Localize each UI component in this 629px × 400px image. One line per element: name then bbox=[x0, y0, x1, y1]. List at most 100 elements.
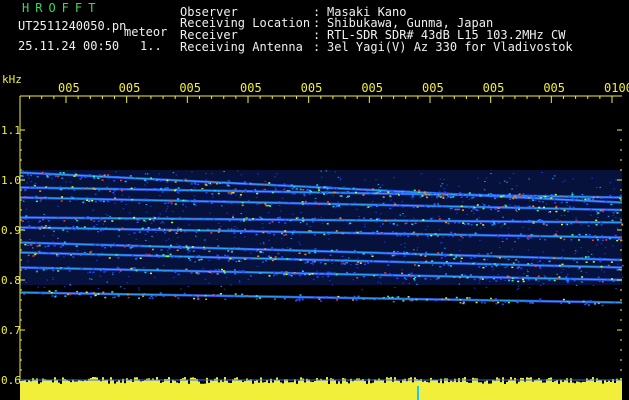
speckle bbox=[536, 207, 538, 209]
speckle bbox=[230, 284, 232, 286]
speckle bbox=[127, 296, 130, 299]
speckle bbox=[455, 296, 458, 299]
speckle bbox=[326, 192, 329, 195]
speckle bbox=[63, 241, 66, 243]
speckle bbox=[219, 181, 222, 183]
speckle bbox=[298, 252, 301, 254]
speckle bbox=[577, 267, 579, 269]
speckle bbox=[115, 254, 118, 256]
speckle bbox=[306, 203, 309, 206]
speckle bbox=[148, 245, 151, 247]
speckle bbox=[268, 222, 271, 224]
speckle bbox=[165, 255, 168, 257]
speckle bbox=[38, 250, 41, 253]
amplitude-spike bbox=[298, 380, 300, 386]
speckle bbox=[479, 227, 482, 229]
speckle bbox=[377, 203, 380, 205]
speckle bbox=[211, 193, 214, 195]
speckle bbox=[125, 188, 127, 190]
speckle bbox=[92, 209, 95, 211]
speckle bbox=[348, 203, 351, 206]
speckle bbox=[515, 259, 518, 261]
speckle bbox=[354, 202, 356, 205]
speckle bbox=[497, 235, 500, 238]
speckle bbox=[180, 230, 183, 232]
speckle bbox=[210, 269, 213, 272]
speckle bbox=[99, 275, 101, 277]
speckle bbox=[318, 298, 321, 300]
x-tick-label: 005 bbox=[240, 81, 262, 95]
speckle bbox=[29, 239, 31, 240]
speckle bbox=[489, 193, 492, 195]
speckle bbox=[171, 221, 174, 224]
speckle bbox=[613, 188, 615, 190]
speckle bbox=[369, 218, 372, 220]
speckle bbox=[228, 248, 231, 250]
speckle bbox=[358, 216, 360, 217]
amplitude-spike bbox=[278, 379, 280, 386]
speckle bbox=[570, 239, 573, 241]
speckle bbox=[150, 205, 152, 207]
speckle bbox=[122, 208, 125, 210]
speckle bbox=[224, 254, 227, 257]
speckle bbox=[111, 220, 114, 222]
amplitude-spike bbox=[292, 382, 294, 386]
speckle bbox=[580, 270, 583, 272]
amplitude-spike bbox=[562, 381, 564, 386]
speckle bbox=[527, 271, 529, 273]
speckle bbox=[601, 281, 604, 283]
speckle bbox=[466, 297, 469, 299]
speckle bbox=[54, 175, 57, 178]
speckle bbox=[401, 190, 404, 193]
speckle bbox=[281, 191, 284, 194]
speckle bbox=[99, 229, 102, 232]
speckle bbox=[477, 177, 479, 179]
speckle bbox=[445, 221, 447, 224]
speckle bbox=[366, 191, 368, 192]
speckle bbox=[405, 261, 407, 263]
speckle bbox=[193, 198, 196, 201]
speckle bbox=[542, 251, 544, 253]
speckle bbox=[37, 221, 40, 223]
speckle bbox=[290, 187, 293, 189]
x-tick-label: 005 bbox=[361, 81, 383, 95]
speckle bbox=[29, 186, 32, 188]
speckle bbox=[537, 219, 540, 222]
speckle bbox=[262, 184, 265, 186]
speckle bbox=[171, 218, 174, 220]
amplitude-spike bbox=[534, 380, 536, 386]
speckle bbox=[299, 259, 302, 261]
speckle bbox=[80, 292, 83, 294]
amplitude-spike bbox=[148, 378, 150, 386]
speckle bbox=[48, 290, 51, 292]
speckle bbox=[40, 198, 43, 200]
amplitude-spike bbox=[482, 383, 484, 386]
speckle bbox=[560, 201, 563, 204]
speckle bbox=[424, 278, 427, 280]
speckle bbox=[98, 177, 101, 179]
speckle bbox=[414, 279, 416, 281]
speckle bbox=[59, 246, 62, 248]
amplitude-spike bbox=[510, 377, 512, 386]
speckle bbox=[584, 256, 587, 258]
speckle bbox=[447, 298, 450, 301]
speckle bbox=[495, 194, 498, 196]
speckle bbox=[578, 233, 581, 236]
speckle bbox=[249, 182, 251, 183]
speckle bbox=[577, 268, 579, 270]
speckle bbox=[337, 295, 340, 298]
speckle bbox=[443, 191, 445, 193]
speckle bbox=[407, 296, 410, 298]
speckle bbox=[216, 254, 218, 256]
speckle bbox=[482, 266, 485, 269]
speckle bbox=[565, 224, 567, 226]
speckle bbox=[308, 193, 311, 195]
speckle bbox=[539, 298, 542, 300]
speckle bbox=[567, 210, 569, 213]
amplitude-spike bbox=[52, 382, 54, 386]
speckle bbox=[245, 217, 248, 219]
speckle bbox=[554, 193, 557, 196]
speckle bbox=[582, 300, 585, 303]
speckle bbox=[344, 263, 346, 265]
amplitude-spike bbox=[466, 381, 468, 386]
